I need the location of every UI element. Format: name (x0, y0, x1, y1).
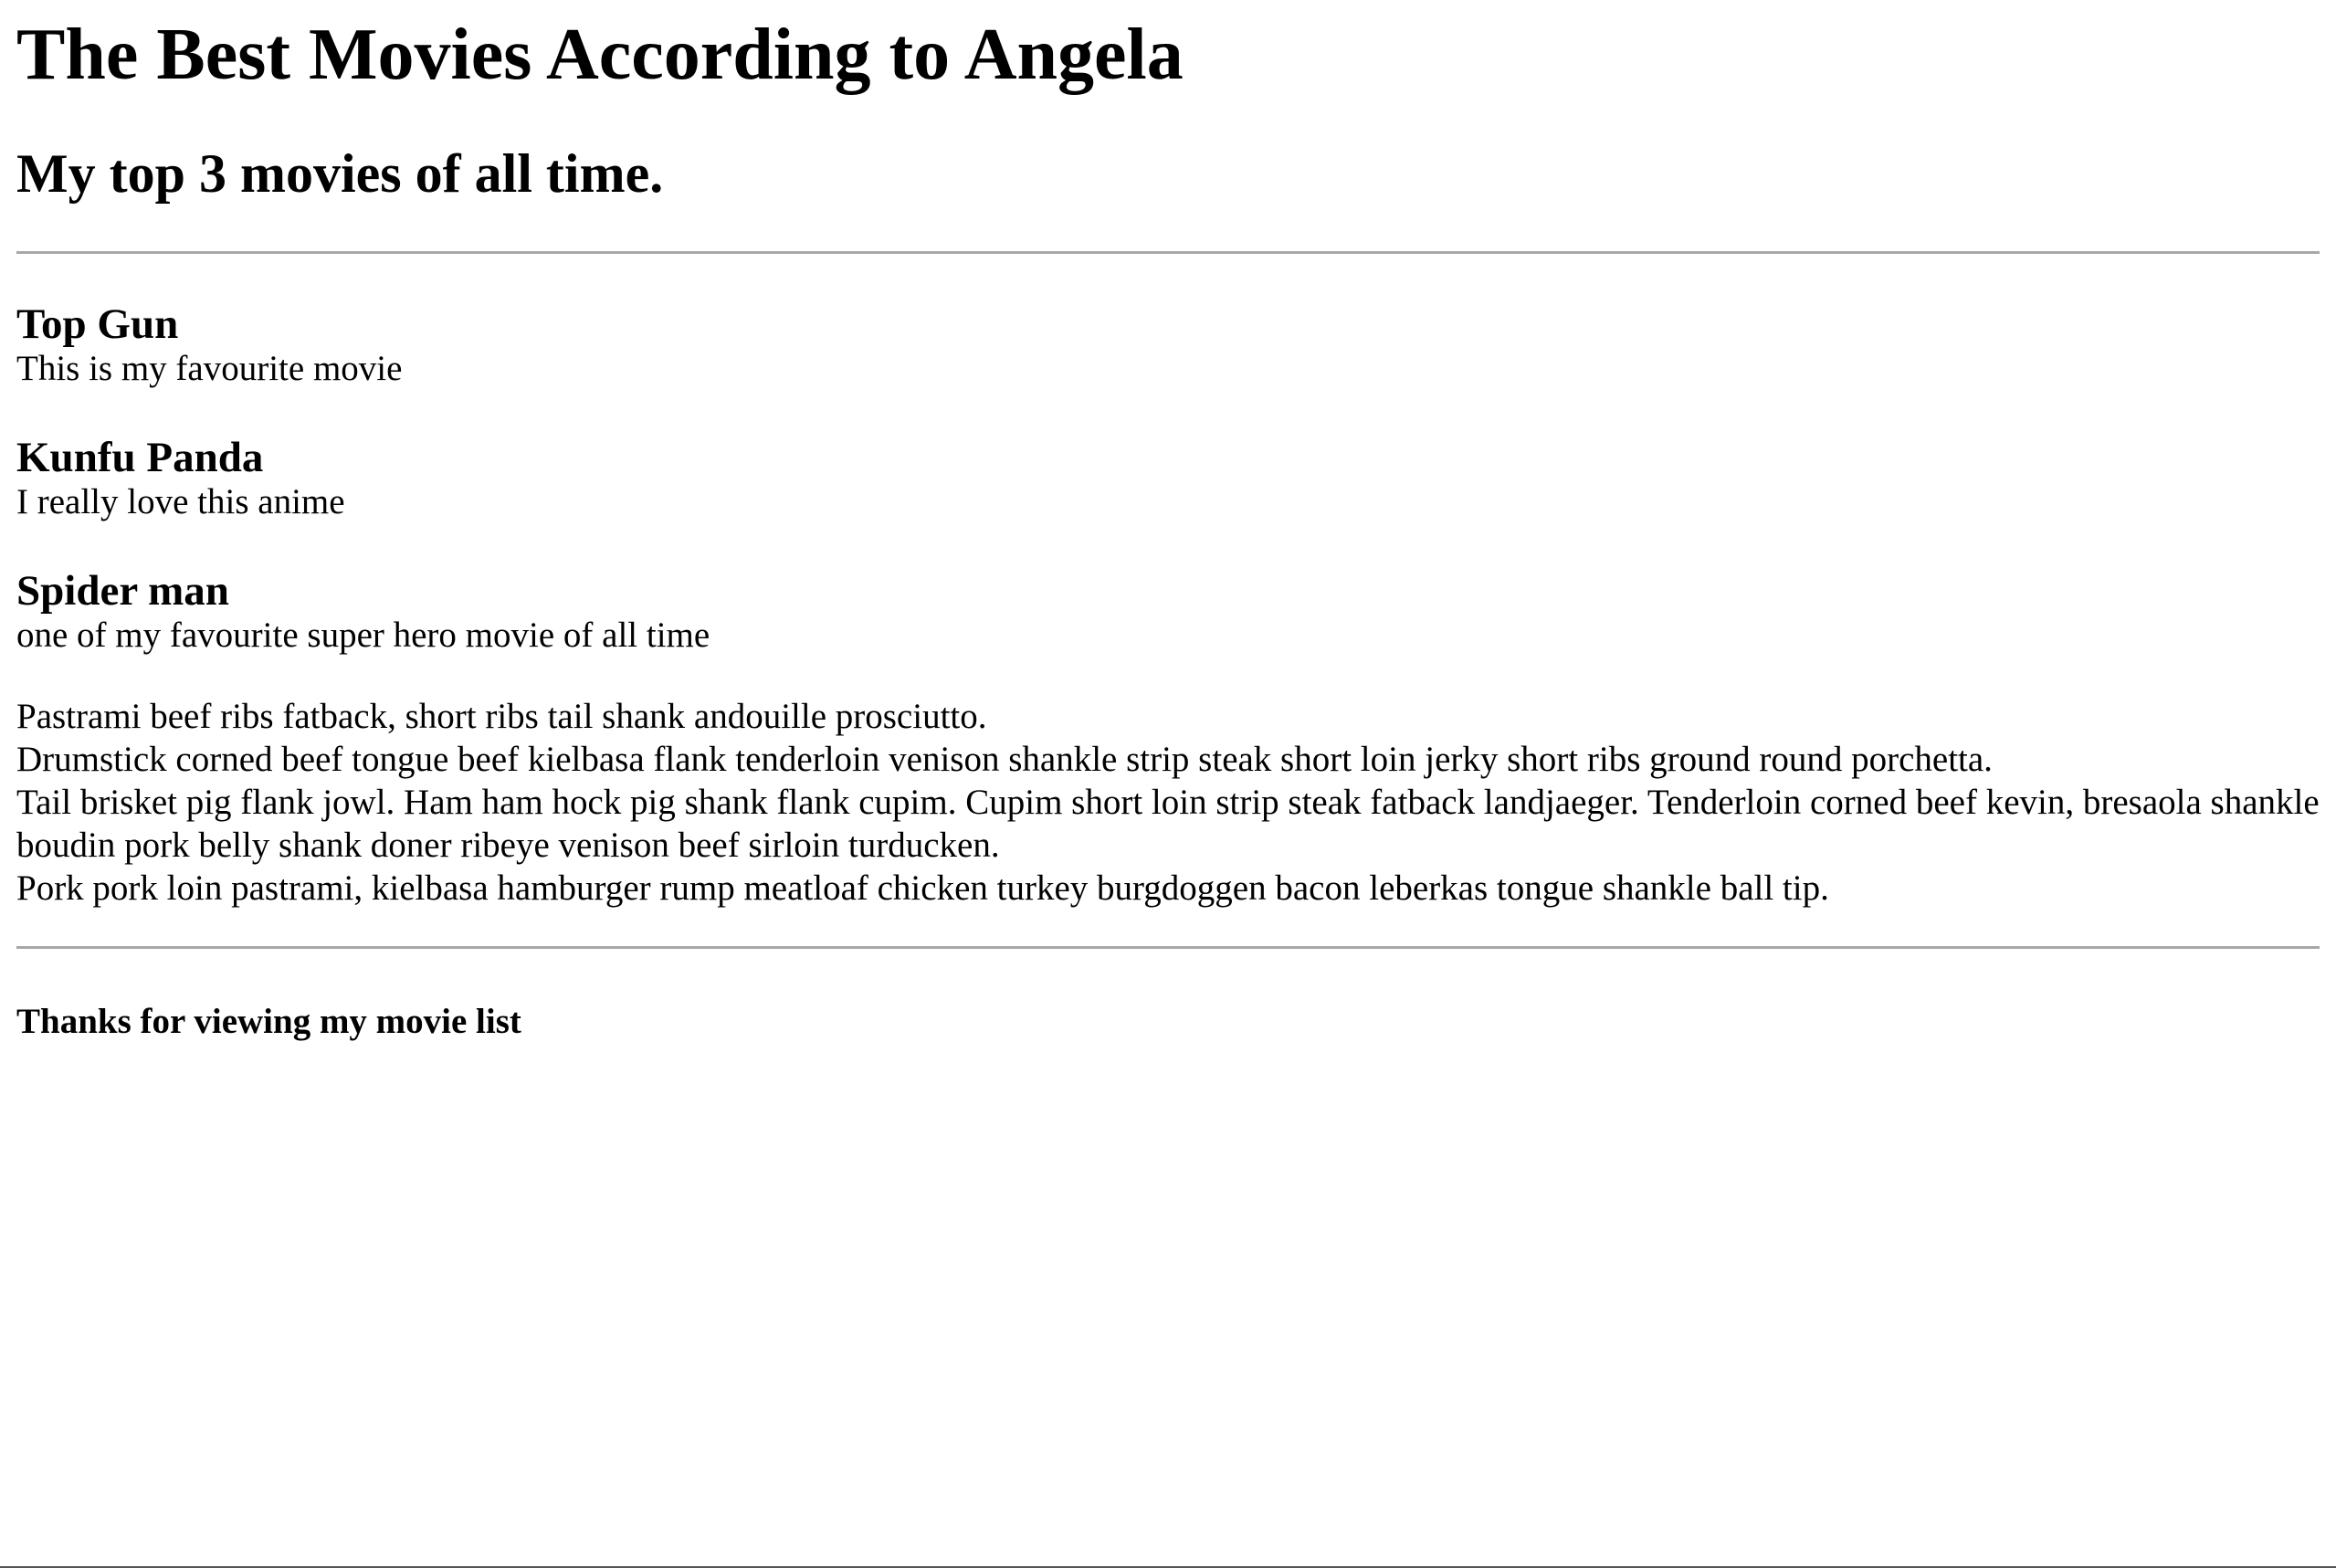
bottom-divider (16, 945, 2320, 949)
movie-description-spider-man: one of my favourite super hero movie of … (16, 615, 710, 655)
filler-paragraph: Pastrami beef ribs fatback, short ribs t… (16, 695, 2320, 910)
movie-title-kunfu-panda: Kunfu Panda (16, 433, 264, 481)
movie-description-kunfu-panda: I really love this anime (16, 481, 345, 521)
top-divider (16, 251, 2320, 254)
page-subtitle: My top 3 movies of all time. (16, 143, 664, 204)
page-title: The Best Movies According to Angela (16, 15, 1184, 95)
page-content: The Best Movies According to Angela My t… (16, 0, 2320, 1043)
filler-line: Pork pork loin pastrami, kielbasa hambur… (16, 868, 1829, 908)
filler-line: Drumstick corned beef tongue beef kielba… (16, 739, 1993, 779)
filler-line: Pastrami beef ribs fatback, short ribs t… (16, 696, 987, 736)
movie-description-top-gun: This is my favourite movie (16, 349, 403, 389)
movie-title-top-gun: Top Gun (16, 300, 179, 348)
filler-line: Tail brisket pig flank jowl. Ham ham hoc… (16, 782, 2320, 865)
footer-text: Thanks for viewing my movie list (16, 1001, 521, 1041)
movie-title-spider-man: Spider man (16, 566, 229, 615)
